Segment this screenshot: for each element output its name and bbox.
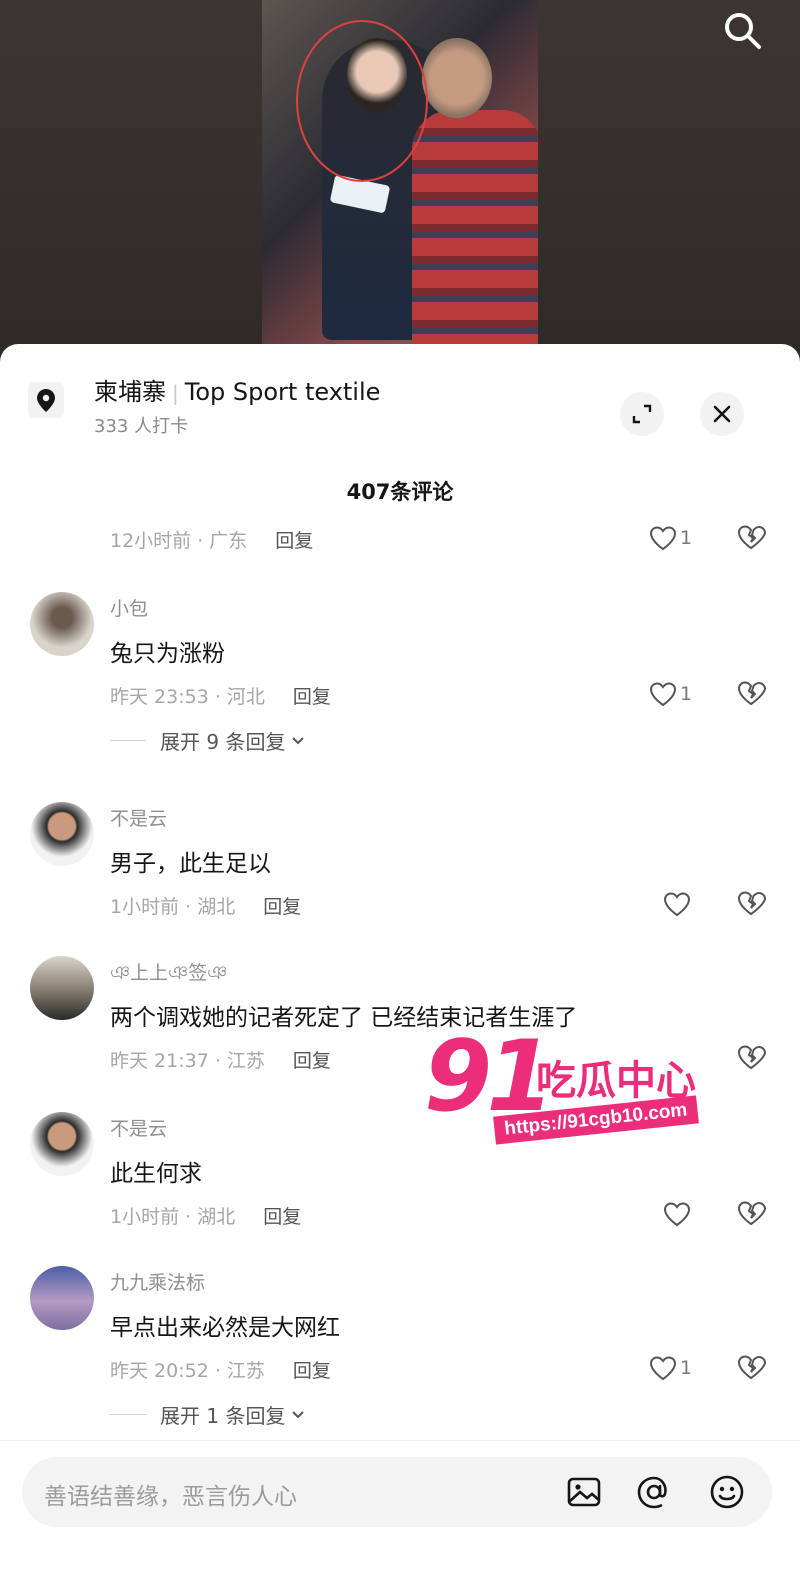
comment-count: 407条评论 bbox=[346, 480, 454, 504]
broken-heart-icon bbox=[737, 1045, 767, 1070]
comment-sheet: 柬埔寨 | Top Sport textile 333 人打卡 407条评论 12小… bbox=[0, 344, 800, 1582]
avatar[interactable] bbox=[30, 802, 94, 866]
checkin-count: 333 人打卡 bbox=[94, 416, 189, 437]
location-name: 柬埔寨 bbox=[94, 378, 166, 406]
dislike-button[interactable] bbox=[736, 889, 767, 919]
comment-input-bar: 善语结善缘，恶言伤人心 bbox=[0, 1440, 800, 1583]
comment-text: 早点出来必然是大网红 bbox=[110, 1315, 340, 1341]
like-button[interactable]: 1 bbox=[648, 522, 692, 554]
chevron-down-icon bbox=[292, 736, 305, 744]
expand-button[interactable] bbox=[620, 392, 664, 436]
comment-meta: 昨天 23:53 · 河北 回复 bbox=[110, 682, 331, 709]
watermark-logo: 91 吃瓜中心 https://91cgb10.com bbox=[424, 1028, 724, 1158]
comment-text: 男子，此生足以 bbox=[110, 851, 271, 877]
input-placeholder: 善语结善缘，恶言伤人心 bbox=[44, 1484, 297, 1510]
like-button[interactable] bbox=[662, 1198, 692, 1230]
dislike-button[interactable] bbox=[736, 1353, 767, 1383]
broken-heart-icon bbox=[737, 1201, 767, 1226]
heart-icon bbox=[649, 526, 677, 551]
reply-button[interactable]: 回复 bbox=[263, 896, 301, 918]
divider-line bbox=[110, 1414, 146, 1415]
search-icon[interactable] bbox=[720, 8, 764, 52]
reply-button[interactable]: 回复 bbox=[293, 686, 331, 708]
image-icon[interactable] bbox=[564, 1472, 604, 1512]
comment-time-location: 1小时前 · 湖北 bbox=[110, 896, 236, 918]
watermark-number: 91 bbox=[424, 1020, 554, 1134]
location-place: Top Sport textile bbox=[184, 378, 381, 406]
comment-meta: 12小时前 · 广东 回复 bbox=[110, 526, 313, 553]
dislike-button[interactable] bbox=[736, 679, 767, 709]
comment-time-location: 昨天 23:53 · 河北 bbox=[110, 686, 265, 708]
comment-text: 兔只为涨粉 bbox=[110, 641, 225, 667]
like-button[interactable]: 1 bbox=[648, 1352, 692, 1384]
comment-username[interactable]: 九九乘法标 bbox=[110, 1268, 205, 1295]
comment-time-location: 1小时前 · 湖北 bbox=[110, 1206, 236, 1228]
like-count: 1 bbox=[680, 683, 693, 705]
like-count: 1 bbox=[680, 527, 693, 549]
video-person-head bbox=[422, 38, 492, 118]
heart-icon bbox=[663, 892, 691, 917]
dislike-button[interactable] bbox=[736, 1199, 767, 1229]
broken-heart-icon bbox=[737, 681, 767, 706]
comment-meta: 昨天 21:37 · 江苏 回复 bbox=[110, 1046, 331, 1073]
heart-icon bbox=[663, 1202, 691, 1227]
video-person bbox=[412, 110, 538, 350]
chevron-down-icon bbox=[292, 1410, 305, 1418]
comment-username[interactable]: 不是云 bbox=[110, 804, 167, 831]
expand-replies[interactable]: 展开 9 条回复 bbox=[110, 726, 307, 755]
dislike-button[interactable] bbox=[736, 523, 767, 553]
like-button[interactable] bbox=[662, 888, 692, 920]
emoji-icon[interactable] bbox=[707, 1472, 747, 1512]
comment-time-location: 昨天 20:52 · 江苏 bbox=[110, 1360, 265, 1382]
like-count: 1 bbox=[680, 1357, 693, 1379]
avatar[interactable] bbox=[30, 1266, 94, 1330]
heart-icon bbox=[649, 682, 677, 707]
title-divider: | bbox=[172, 381, 179, 405]
comment-time-location: 昨天 21:37 · 江苏 bbox=[110, 1050, 265, 1072]
comment-username[interactable]: 小包 bbox=[110, 594, 148, 621]
comment-text: 此生何求 bbox=[110, 1161, 202, 1187]
broken-heart-icon bbox=[737, 1355, 767, 1380]
comment-username[interactable]: ঞ上上ঞ签ঞ bbox=[110, 958, 227, 991]
divider-line bbox=[110, 740, 146, 741]
close-button[interactable] bbox=[700, 392, 744, 436]
comment-input[interactable]: 善语结善缘，恶言伤人心 bbox=[22, 1457, 772, 1527]
reply-button[interactable]: 回复 bbox=[293, 1360, 331, 1382]
broken-heart-icon bbox=[737, 891, 767, 916]
heart-icon bbox=[649, 1356, 677, 1381]
highlight-circle bbox=[296, 20, 428, 182]
avatar[interactable] bbox=[30, 1112, 94, 1176]
comment-meta: 1小时前 · 湖北 回复 bbox=[110, 1202, 301, 1229]
expand-replies-label: 展开 9 条回复 bbox=[160, 730, 286, 754]
comment-meta: 1小时前 · 湖北 回复 bbox=[110, 892, 301, 919]
reply-button[interactable]: 回复 bbox=[263, 1206, 301, 1228]
expand-replies-label: 展开 1 条回复 bbox=[160, 1404, 286, 1428]
dislike-button[interactable] bbox=[736, 1043, 767, 1073]
expand-replies[interactable]: 展开 1 条回复 bbox=[110, 1400, 307, 1429]
broken-heart-icon bbox=[737, 525, 767, 550]
comment-username[interactable]: 不是云 bbox=[110, 1114, 167, 1141]
reply-button[interactable]: 回复 bbox=[293, 1050, 331, 1072]
comment-time-location: 12小时前 · 广东 bbox=[110, 530, 248, 552]
location-title: 柬埔寨 | Top Sport textile bbox=[94, 372, 380, 407]
reply-button[interactable]: 回复 bbox=[275, 530, 313, 552]
mention-icon[interactable] bbox=[634, 1472, 674, 1512]
video-frame[interactable] bbox=[262, 0, 538, 350]
location-pin-icon bbox=[28, 382, 64, 418]
avatar[interactable] bbox=[30, 592, 94, 656]
like-button[interactable]: 1 bbox=[648, 678, 692, 710]
comment-meta: 昨天 20:52 · 江苏 回复 bbox=[110, 1356, 331, 1383]
avatar[interactable] bbox=[30, 956, 94, 1020]
